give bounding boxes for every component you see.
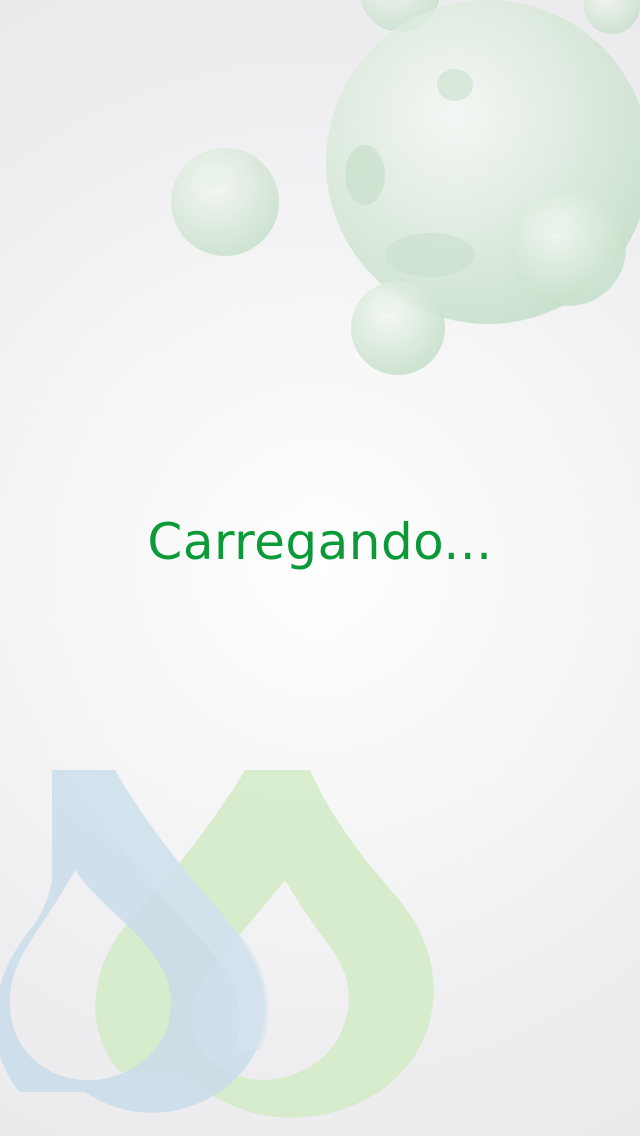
- decorative-bubbles-icon: [171, 0, 640, 375]
- loading-text: Carregando...: [147, 513, 493, 571]
- water-drops-logo-icon: [0, 770, 434, 1118]
- splash-screen: Carregando...: [0, 0, 640, 1136]
